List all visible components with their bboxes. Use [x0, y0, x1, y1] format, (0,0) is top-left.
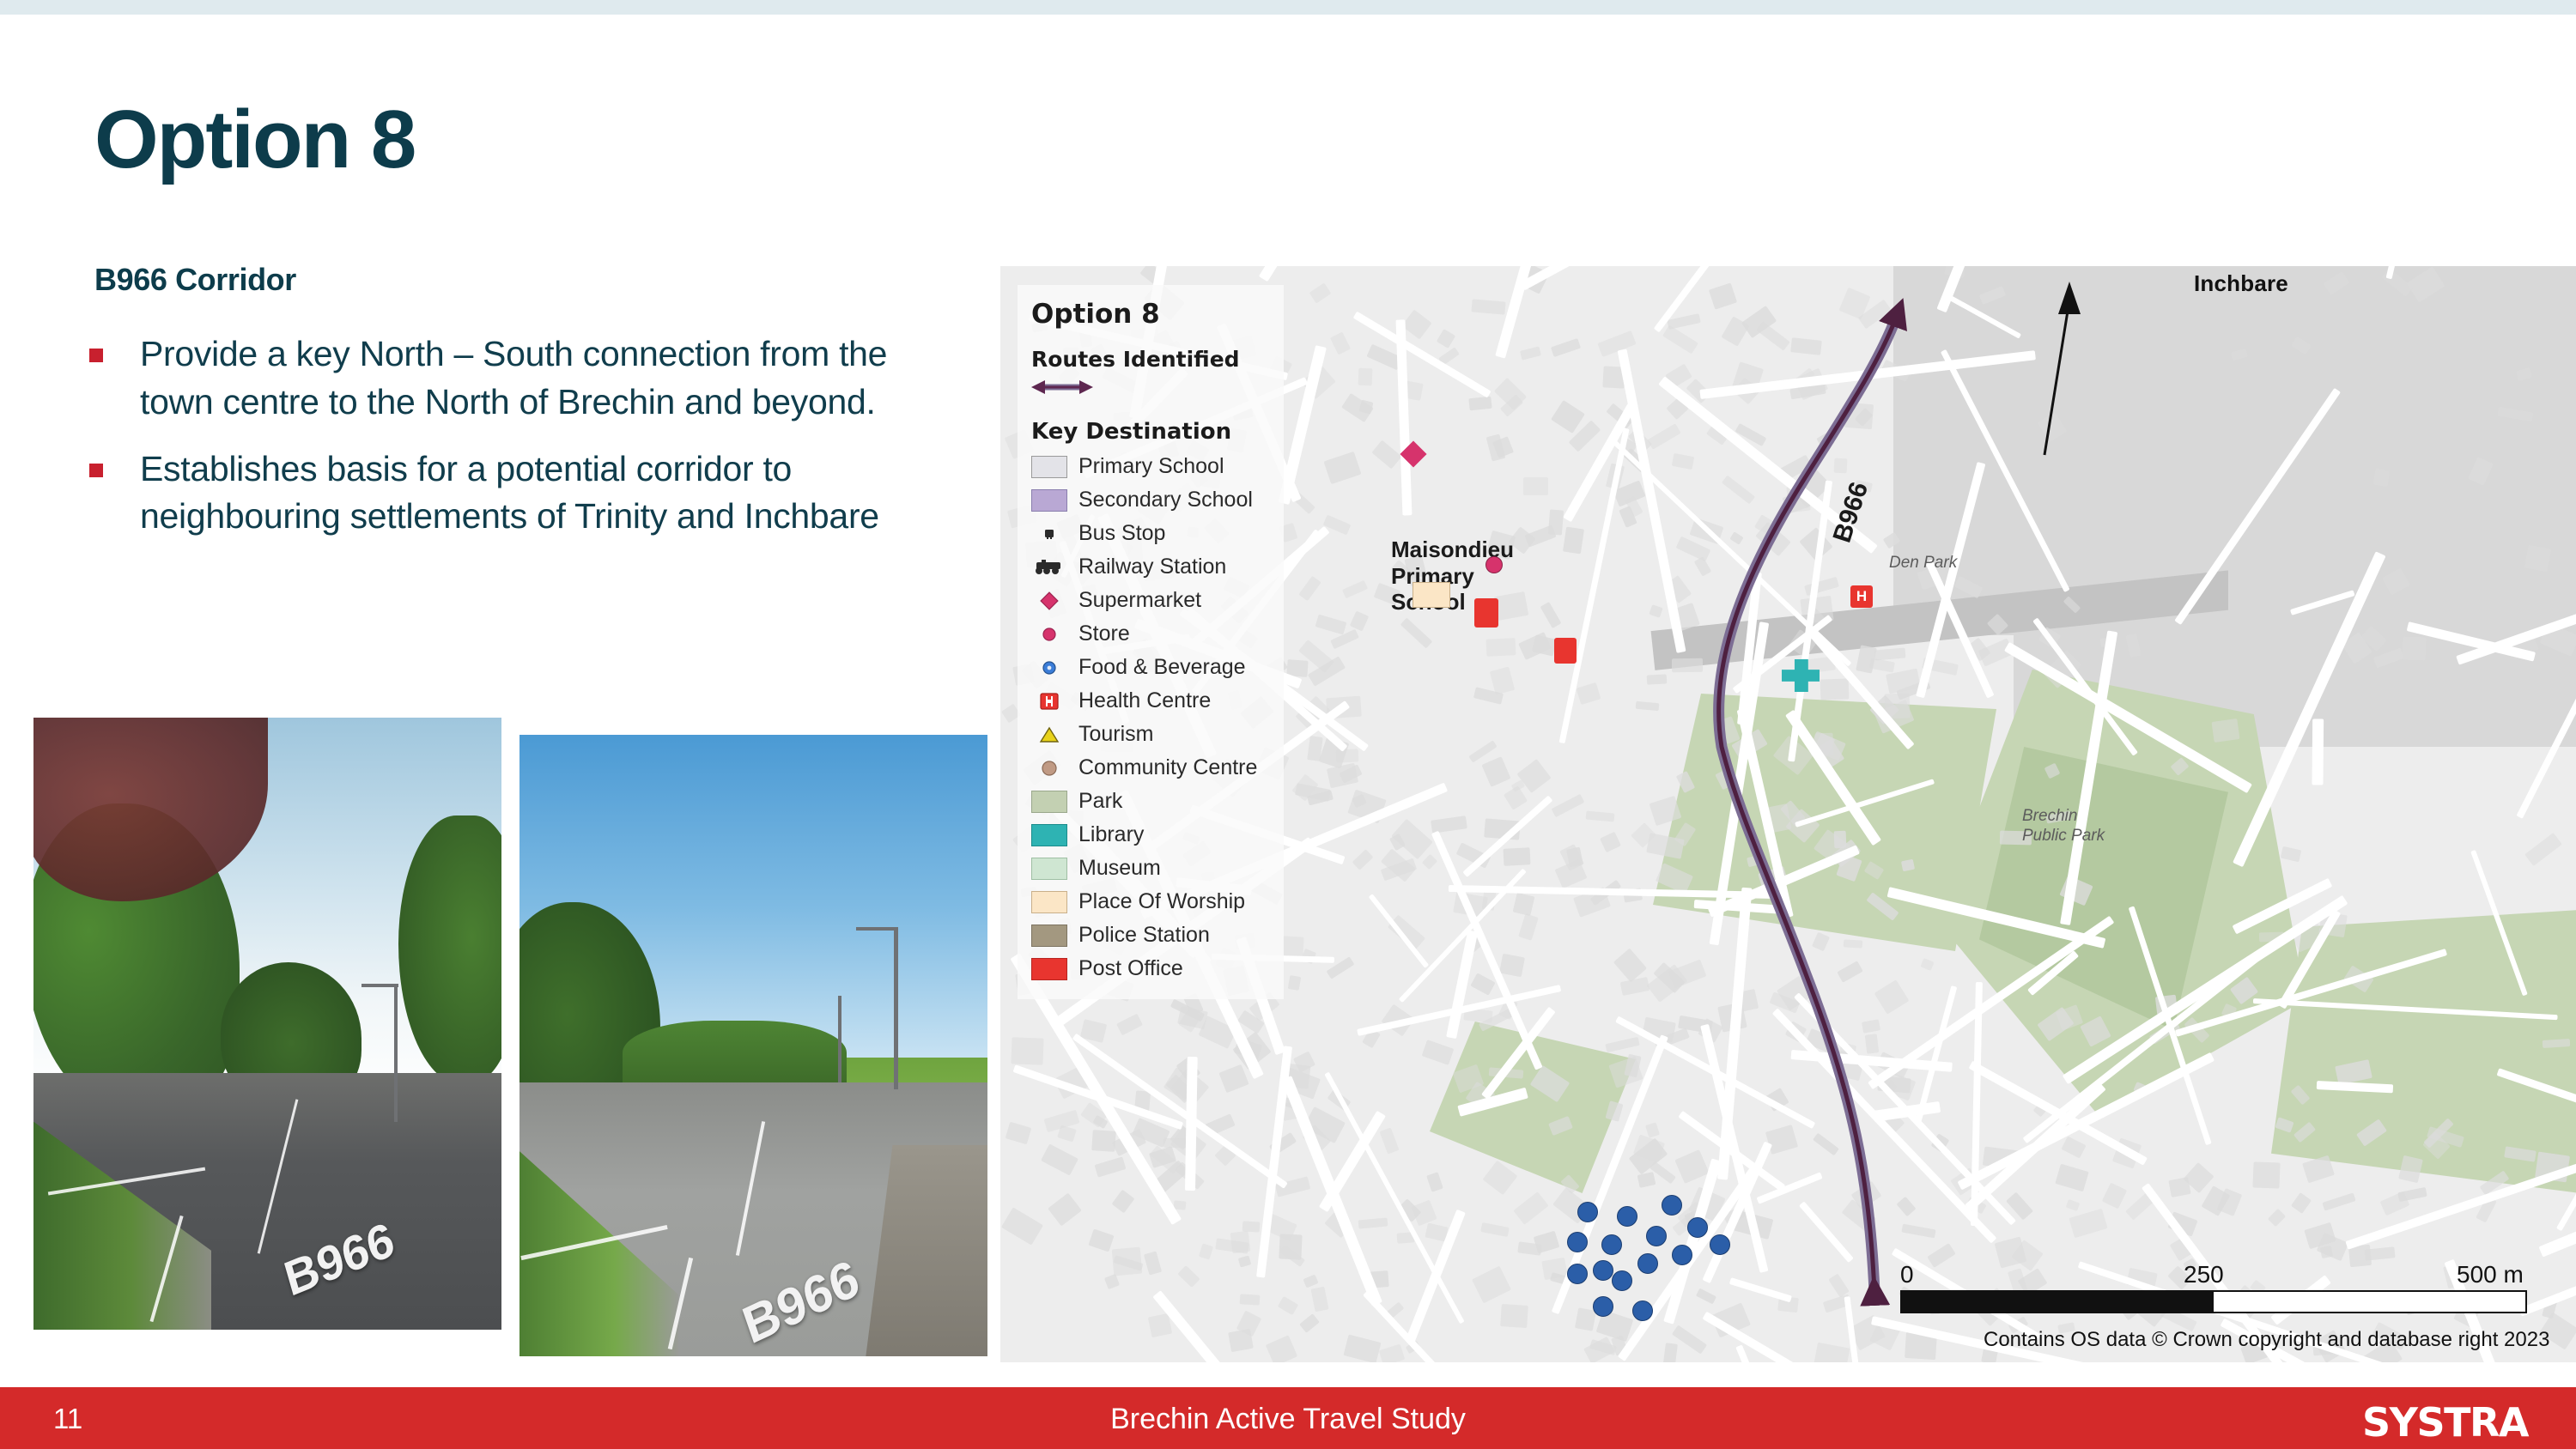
legend-item-label: Bus Stop: [1078, 521, 1166, 545]
page-title: Option 8: [94, 94, 416, 185]
map-place-label-park: Brechin Public Park: [2022, 807, 2105, 845]
legend-item-museum: Museum: [1031, 852, 1272, 885]
legend-item-label: Park: [1078, 789, 1123, 813]
legend-swatch-icon: [1031, 924, 1067, 947]
legend-item-railway-station: Railway Station: [1031, 550, 1272, 584]
legend-item-police-station: Police Station: [1031, 919, 1272, 952]
map-marker-health-centre: H: [1850, 585, 1873, 608]
bullet-marker-icon: [89, 463, 103, 477]
legend-swatch-icon: [1031, 823, 1067, 846]
legend-item-health-centre: Health Centre: [1031, 684, 1272, 718]
scale-label-max: 500 m: [2457, 1261, 2524, 1288]
map-place-label-school: Maisondieu Primary School: [1391, 537, 1515, 615]
bullet-list: Provide a key North – South connection f…: [89, 330, 957, 560]
legend-swatch-icon: [1031, 455, 1067, 478]
map-marker-post-office: [1554, 638, 1577, 664]
legend-item-label: Library: [1078, 822, 1145, 846]
legend-item-label: Community Centre: [1078, 755, 1258, 779]
bullet-text: Establishes basis for a potential corrid…: [140, 448, 879, 537]
legend-item-label: Store: [1078, 621, 1130, 646]
legend-item-post-office: Post Office: [1031, 952, 1272, 985]
legend-swatch-icon: [1031, 790, 1067, 813]
legend-item-primary-school: Primary School: [1031, 450, 1272, 483]
legend-item-community-centre: Community Centre: [1031, 751, 1272, 785]
health-centre-icon: [1031, 692, 1067, 711]
legend-item-tourism: Tourism: [1031, 718, 1272, 751]
legend-item-place-of-worship: Place Of Worship: [1031, 885, 1272, 919]
list-item: Provide a key North – South connection f…: [89, 330, 957, 427]
footer-title: Brechin Active Travel Study: [1110, 1403, 1466, 1435]
bus-stop-icon: [1031, 528, 1067, 540]
legend-item-label: Place Of Worship: [1078, 889, 1246, 913]
community-centre-dot-icon: [1031, 759, 1067, 778]
legend-title: Option 8: [1031, 299, 1160, 330]
legend-item-label: Health Centre: [1078, 688, 1212, 712]
supermarket-diamond-icon: [1031, 591, 1067, 611]
photo-street-lamp-arm: [856, 927, 899, 931]
legend-item-library: Library: [1031, 818, 1272, 852]
footer-bar: 11 Brechin Active Travel Study SYSTRA: [0, 1387, 2576, 1449]
photo-street-lamp-arm: [361, 984, 399, 988]
railway-station-icon: [1031, 559, 1067, 575]
map-marker-post-office: [1474, 598, 1498, 627]
scale-label-mid: 250: [2184, 1261, 2224, 1288]
photo-street-lamp-post: [393, 986, 398, 1122]
legend-key-heading: Key Destination: [1031, 419, 1232, 445]
legend-item-label: Supermarket: [1078, 588, 1202, 612]
store-dot-icon: [1031, 626, 1067, 643]
legend-item-supermarket: Supermarket: [1031, 584, 1272, 617]
option-8-route-map[interactable]: Inchbare B966 Maisondieu Primary School …: [1000, 266, 2576, 1362]
map-legend: Option 8 Routes Identified Key Destinati…: [1018, 285, 1284, 999]
legend-item-bus-stop: Bus Stop: [1031, 517, 1272, 550]
legend-item-label: Primary School: [1078, 454, 1224, 478]
map-scale-bar: 0 250 500 m: [1900, 1261, 2527, 1313]
legend-route-arrow-icon: [1031, 379, 1272, 400]
food-beverage-dot-icon: [1031, 659, 1067, 676]
photo-street-lamp-post: [837, 996, 841, 1083]
map-marker-place-of-worship: [1413, 582, 1450, 608]
street-photo-residential: B966: [33, 718, 501, 1330]
list-item: Establishes basis for a potential corrid…: [89, 446, 957, 542]
legend-item-label: Secondary School: [1078, 488, 1253, 512]
page-subtitle: B966 Corridor: [94, 262, 296, 297]
destination-arrow-label: Inchbare: [2194, 270, 2288, 296]
legend-item-label: Police Station: [1078, 923, 1210, 947]
legend-item-label: Museum: [1078, 856, 1161, 880]
systra-logo: SYSTRA: [2362, 1399, 2529, 1446]
legend-item-secondary-school: Secondary School: [1031, 483, 1272, 517]
bullet-text: Provide a key North – South connection f…: [140, 334, 888, 421]
legend-item-store: Store: [1031, 617, 1272, 651]
street-photo-rural: B966: [519, 735, 987, 1356]
legend-item-food-beverage: Food & Beverage: [1031, 651, 1272, 684]
map-place-label-den-park: Den Park: [1889, 554, 1958, 572]
legend-swatch-icon: [1031, 857, 1067, 880]
legend-item-label: Railway Station: [1078, 555, 1227, 579]
legend-swatch-icon: [1031, 957, 1067, 980]
map-marker-store: [1485, 556, 1503, 573]
legend-item-park: Park: [1031, 785, 1272, 818]
legend-item-label: Post Office: [1078, 956, 1183, 980]
scale-bar-graphic: [1900, 1290, 2527, 1313]
map-attribution: Contains OS data © Crown copyright and d…: [1984, 1328, 2550, 1351]
tourism-triangle-icon: [1031, 725, 1067, 744]
scale-label-min: 0: [1900, 1261, 1914, 1288]
legend-swatch-icon: [1031, 890, 1067, 913]
legend-item-list: Primary School Secondary School Bus Stop Ra…: [1031, 450, 1272, 985]
legend-routes-heading: Routes Identified: [1031, 347, 1240, 372]
photo-street-lamp-post: [894, 927, 898, 1089]
legend-item-label: Food & Beverage: [1078, 655, 1246, 679]
top-accent-strip: [0, 0, 2576, 15]
bullet-marker-icon: [89, 349, 103, 362]
legend-item-label: Tourism: [1078, 722, 1154, 746]
legend-swatch-icon: [1031, 488, 1067, 512]
